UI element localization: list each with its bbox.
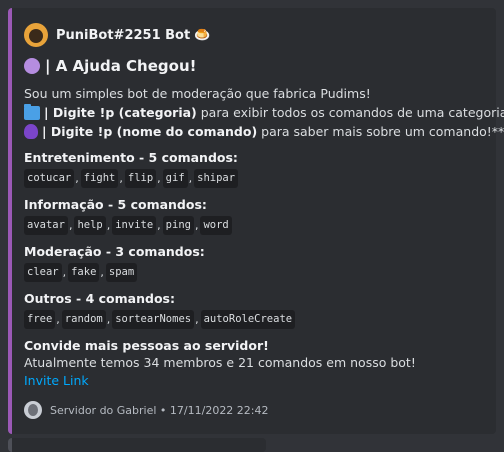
description-line-command: | Digite !p (nome do comando) para saber… xyxy=(24,122,504,141)
embed-title: | A Ajuda Chegou! xyxy=(24,57,484,75)
author-name[interactable]: PuniBot#2251 Bot xyxy=(56,28,190,43)
category-command-hint: | Digite !p (categoria) xyxy=(44,105,197,120)
command-code: clear xyxy=(24,263,62,282)
field-informacao: Informação - 5 comandos: avatar, help, i… xyxy=(24,196,484,235)
command-code: avatar xyxy=(24,216,68,235)
embed-author: PuniBot#2251 Bot 🍮 xyxy=(24,23,484,47)
command-list: avatar, help, invite, ping, word xyxy=(24,216,484,235)
pudim-icon: 🍮 xyxy=(194,27,211,43)
field-name: Informação - 5 comandos: xyxy=(24,197,207,212)
command-code: fight xyxy=(80,169,119,188)
command-code: fake xyxy=(68,263,100,282)
footer-text: Servidor do Gabriel • 17/11/2022 22:42 xyxy=(50,403,269,417)
command-list: cotucar, fight, flip, gif, shipar xyxy=(24,169,484,188)
command-code: autoRoleCreate xyxy=(200,310,296,329)
embed-footer: Servidor do Gabriel • 17/11/2022 22:42 xyxy=(24,401,484,419)
command-code: random xyxy=(61,310,106,329)
category-command-rest: para exibir todos os comandos de uma cat… xyxy=(196,105,504,120)
field-name: Outros - 4 comandos: xyxy=(24,291,175,306)
alien-monster-icon xyxy=(24,124,38,139)
command-code: help xyxy=(74,216,106,235)
field-outros: Outros - 4 comandos: free, random, sorte… xyxy=(24,290,484,329)
field-invite: Convide mais pessoas ao servidor! Atualm… xyxy=(24,337,484,390)
field-name: Entretenimento - 5 comandos: xyxy=(24,150,238,165)
help-embed: PuniBot#2251 Bot 🍮 | A Ajuda Chegou! Sou… xyxy=(8,8,504,434)
field-name: Convide mais pessoas ao servidor! xyxy=(24,338,269,353)
purple-circle-icon xyxy=(24,58,40,74)
command-code: shipar xyxy=(194,169,239,188)
command-code: ping xyxy=(162,216,194,235)
bot-avatar[interactable] xyxy=(24,23,48,47)
field-moderacao: Moderação - 3 comandos: clear, fake, spa… xyxy=(24,243,484,282)
command-name-hint: | Digite !p (nome do comando) xyxy=(42,124,258,139)
invite-link[interactable]: Invite Link xyxy=(24,372,484,390)
command-code: spam xyxy=(105,263,138,282)
field-entretenimento: Entretenimento - 5 comandos: cotucar, fi… xyxy=(24,149,484,188)
field-name: Moderação - 3 comandos: xyxy=(24,244,205,259)
command-code: flip xyxy=(124,169,157,188)
command-list: free, random, sortearNomes, autoRoleCrea… xyxy=(24,310,484,329)
command-code: free xyxy=(24,310,56,329)
server-icon xyxy=(24,401,42,419)
command-code: sortearNomes xyxy=(112,310,195,329)
description-line-category: | Digite !p (categoria) para exibir todo… xyxy=(24,103,504,122)
command-code: cotucar xyxy=(24,169,75,188)
embed-title-text: | A Ajuda Chegou! xyxy=(45,57,197,75)
next-embed-edge xyxy=(8,438,266,452)
description-intro: Sou um simples bot de moderação que fabr… xyxy=(24,86,371,101)
command-list: clear, fake, spam xyxy=(24,263,484,282)
command-code: word xyxy=(200,216,232,235)
invite-description: Atualmente temos 34 membros e 21 comando… xyxy=(24,355,416,370)
command-code: invite xyxy=(112,216,157,235)
command-name-rest: para saber mais sobre um comando!** xyxy=(257,124,504,139)
embed-description: Sou um simples bot de moderação que fabr… xyxy=(24,84,504,141)
command-code: gif xyxy=(162,169,188,188)
folder-icon xyxy=(24,103,40,120)
